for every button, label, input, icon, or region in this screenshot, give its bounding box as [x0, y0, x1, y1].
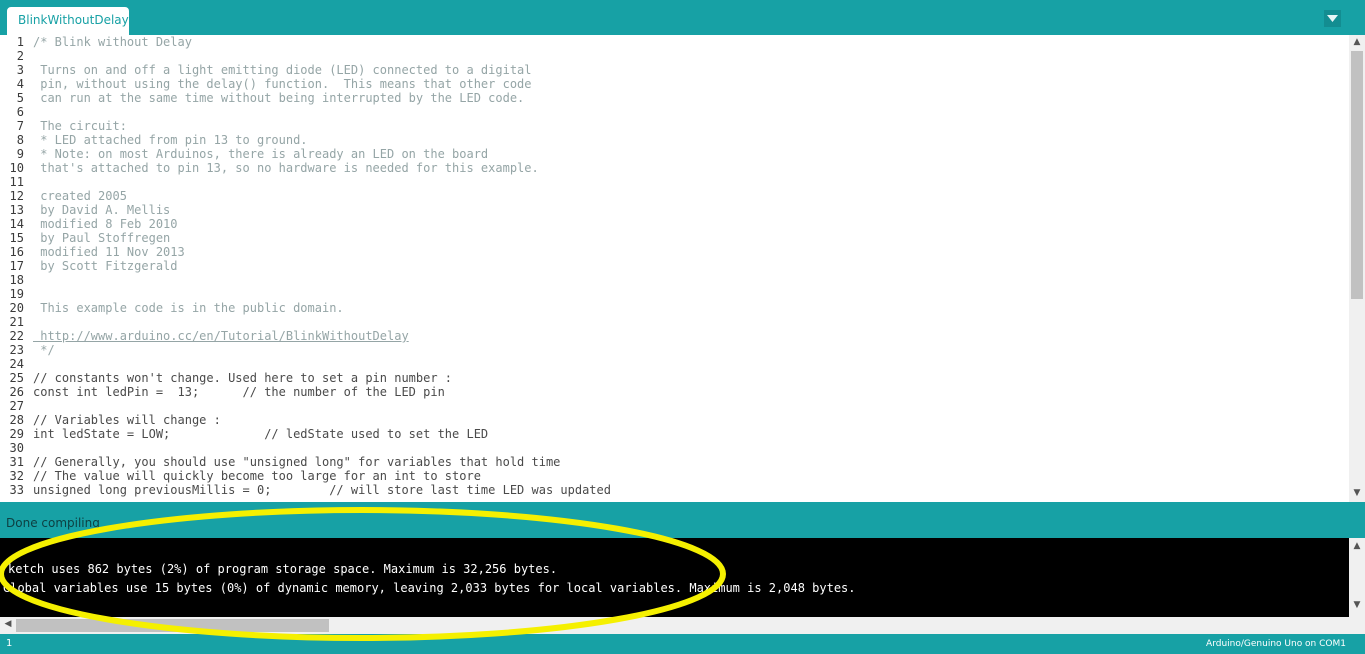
line-number: 5 [16, 91, 24, 105]
line-number: 29 [9, 427, 24, 441]
line-number: 17 [9, 259, 24, 273]
console-scroll-thumb[interactable] [16, 619, 329, 632]
arrow-down-icon[interactable]: ▼ [1349, 488, 1365, 498]
console-output: ketch uses 862 bytes (2%) of program sto… [0, 538, 1349, 617]
code-line[interactable]: */ [33, 343, 54, 357]
line-number-gutter: 1 2 3 4 5 6 7 8 9 10 11 12 13 14 15 16 17 18 19 20 21 22 23 24 2… [0, 35, 28, 502]
status-message: Done compiling [6, 516, 100, 530]
tab-bar: BlinkWithoutDelay [0, 0, 1365, 35]
code-line[interactable]: pin, without using the delay() function.… [33, 77, 531, 91]
editor-scroll-thumb[interactable] [1351, 51, 1363, 299]
line-number: 19 [9, 287, 24, 301]
tab-label: BlinkWithoutDelay [18, 13, 129, 27]
line-number: 7 [16, 119, 24, 133]
console-horizontal-scrollbar[interactable]: ◀ [0, 617, 1365, 634]
code-line[interactable]: by David A. Mellis [33, 203, 170, 217]
line-number: 8 [16, 133, 24, 147]
code-line[interactable]: * LED attached from pin 13 to ground. [33, 133, 307, 147]
code-line[interactable]: Turns on and off a light emitting diode … [33, 63, 531, 77]
line-number: 4 [16, 77, 24, 91]
console-vertical-scrollbar[interactable]: ▲ ▼ [1349, 538, 1365, 617]
console-line-memory: Global variables use 15 bytes (0%) of dy… [3, 581, 856, 595]
arrow-down-icon[interactable]: ▼ [1349, 600, 1365, 610]
line-number: 10 [9, 161, 24, 175]
line-number: 18 [9, 273, 24, 287]
line-number: 11 [9, 175, 24, 189]
tab-menu-button[interactable] [1324, 10, 1341, 27]
code-line[interactable]: * Note: on most Arduinos, there is alrea… [33, 147, 488, 161]
board-port-label: Arduino/Genuino Uno on COM1 [1206, 639, 1346, 649]
line-number: 21 [9, 315, 24, 329]
line-number: 16 [9, 245, 24, 259]
code-editor[interactable]: 1 2 3 4 5 6 7 8 9 10 11 12 13 14 15 16 17 18 19 20 21 22 23 24 2… [0, 35, 1349, 502]
status-bar: Done compiling [0, 502, 1365, 538]
arrow-up-icon[interactable]: ▲ [1349, 37, 1365, 47]
code-line[interactable]: unsigned long previousMillis = 0; // wil… [33, 483, 611, 497]
line-number: 2 [16, 49, 24, 63]
code-line[interactable]: by Paul Stoffregen [33, 231, 170, 245]
line-number: 20 [9, 301, 24, 315]
tab-blinkwithoutdelay[interactable]: BlinkWithoutDelay [7, 7, 129, 35]
code-line[interactable]: // The value will quickly become too lar… [33, 469, 481, 483]
editor-vertical-scrollbar[interactable]: ▲ ▼ [1349, 35, 1365, 502]
code-line[interactable]: This example code is in the public domai… [33, 301, 343, 315]
line-number: 30 [9, 441, 24, 455]
bottom-bar: 1 Arduino/Genuino Uno on COM1 [0, 634, 1365, 654]
line-number: 13 [9, 203, 24, 217]
line-number: 24 [9, 357, 24, 371]
line-number: 9 [16, 147, 24, 161]
console-line-partial [4, 538, 914, 552]
line-number: 31 [9, 455, 24, 469]
arrow-left-icon[interactable]: ◀ [0, 619, 16, 629]
code-line[interactable]: int ledState = LOW; // ledState used to … [33, 427, 488, 441]
code-line[interactable]: /* Blink without Delay [33, 35, 192, 49]
line-number: 14 [9, 217, 24, 231]
code-line[interactable]: // Variables will change : [33, 413, 221, 427]
line-number: 22 [9, 329, 24, 343]
line-number: 33 [9, 483, 24, 497]
line-number: 15 [9, 231, 24, 245]
line-number: 3 [16, 63, 24, 77]
line-number: 26 [9, 385, 24, 399]
code-line[interactable]: modified 8 Feb 2010 [33, 217, 177, 231]
line-number: 25 [9, 371, 24, 385]
console-line-storage: ketch uses 862 bytes (2%) of program sto… [8, 562, 558, 576]
code-line[interactable]: that's attached to pin 13, so no hardwar… [33, 161, 539, 175]
code-line[interactable]: The circuit: [33, 119, 127, 133]
chevron-down-icon [1327, 15, 1338, 22]
code-line[interactable]: // constants won't change. Used here to … [33, 371, 452, 385]
code-line[interactable]: http://www.arduino.cc/en/Tutorial/BlinkW… [33, 329, 408, 343]
code-line[interactable]: const int ledPin = 13; // the number of … [33, 385, 445, 399]
line-number: 6 [16, 105, 24, 119]
line-number: 12 [9, 189, 24, 203]
arrow-up-icon[interactable]: ▲ [1349, 541, 1365, 551]
current-line-number: 1 [6, 638, 13, 649]
code-line[interactable]: can run at the same time without being i… [33, 91, 524, 105]
code-line[interactable]: created 2005 [33, 189, 127, 203]
line-number: 27 [9, 399, 24, 413]
line-number: 23 [9, 343, 24, 357]
code-line[interactable]: modified 11 Nov 2013 [33, 245, 185, 259]
line-number: 1 [16, 35, 24, 49]
line-number: 28 [9, 413, 24, 427]
code-line[interactable]: // Generally, you should use "unsigned l… [33, 455, 560, 469]
code-line[interactable]: by Scott Fitzgerald [33, 259, 177, 273]
line-number: 32 [9, 469, 24, 483]
